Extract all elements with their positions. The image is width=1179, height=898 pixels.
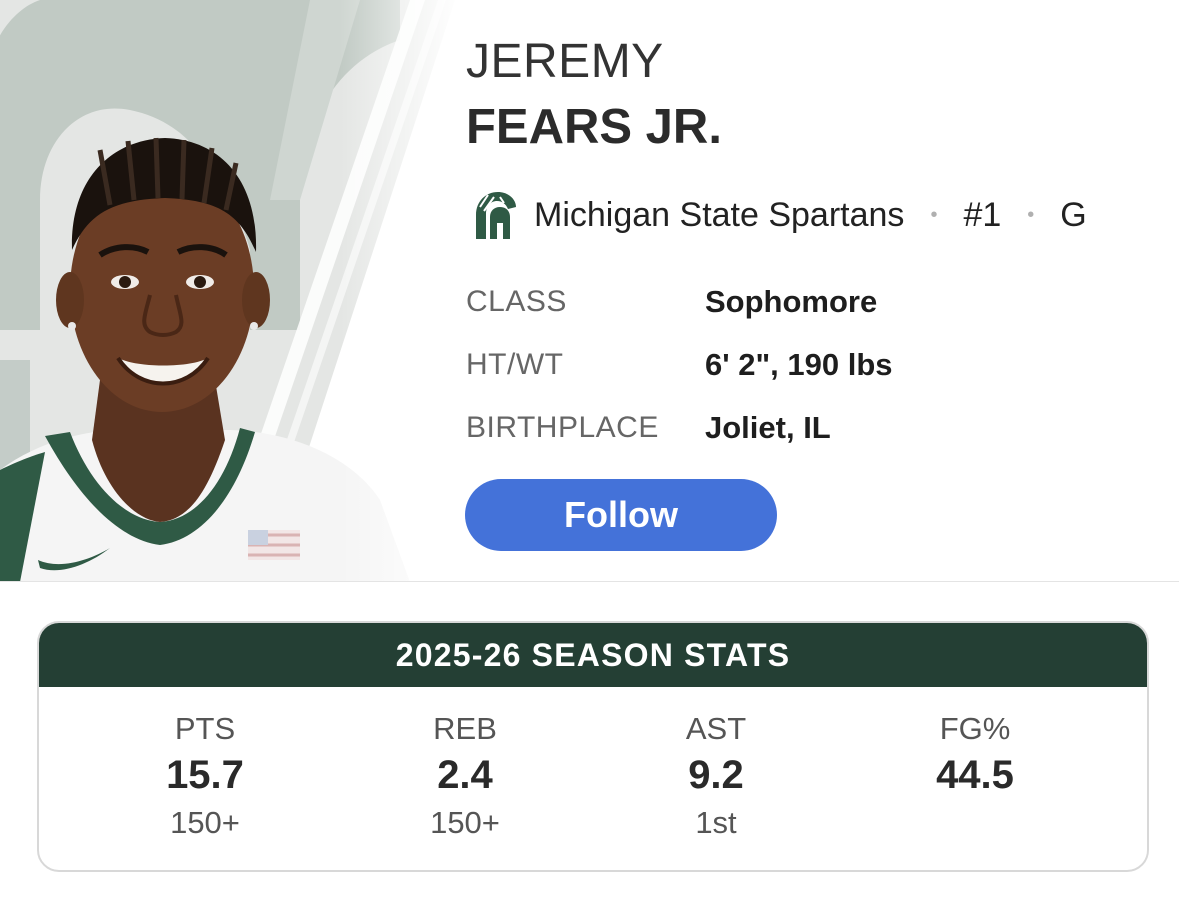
player-page: JEREMY FEARS JR. Michigan State Spartans… [0, 0, 1179, 898]
stat-label: FG% [939, 711, 1011, 746]
stat-value: 15.7 [166, 753, 244, 797]
separator-dot: • [1027, 203, 1035, 226]
stat-points: PTS 15.7 150+ [115, 687, 295, 841]
player-header: JEREMY FEARS JR. Michigan State Spartans… [0, 0, 1179, 582]
stat-assists: AST 9.2 1st [626, 687, 806, 841]
stat-rank: 150+ [170, 805, 240, 840]
team-name-link[interactable]: Michigan State Spartans [534, 196, 904, 235]
bio-row-height-weight: HT/WT 6' 2", 190 lbs [466, 333, 893, 396]
bio-row-birthplace: BIRTHPLACE Joliet, IL [466, 396, 893, 459]
bio-label: BIRTHPLACE [466, 410, 659, 444]
player-position: G [1060, 195, 1087, 234]
player-photo [0, 0, 460, 582]
team-info-row: Michigan State Spartans • #1 • G [468, 186, 1087, 244]
season-stats-title: 2025-26 SEASON STATS [39, 623, 1147, 687]
bio-label: CLASS [466, 284, 567, 318]
bio-table: CLASS Sophomore HT/WT 6' 2", 190 lbs BIR… [466, 270, 893, 459]
stat-field-goal-pct: FG% 44.5 [885, 687, 1065, 805]
stat-label: REB [433, 711, 497, 746]
stat-label: PTS [174, 711, 236, 746]
stat-rank: 150+ [430, 805, 500, 840]
stat-value: 9.2 [688, 753, 744, 797]
player-last-name: FEARS JR. [466, 100, 722, 154]
divider [0, 581, 1179, 582]
bio-value: Joliet, IL [705, 409, 831, 445]
bio-value: Sophomore [705, 283, 878, 319]
stat-value: 44.5 [936, 753, 1014, 797]
player-first-name: JEREMY [466, 35, 664, 88]
season-stats-card: 2025-26 SEASON STATS PTS 15.7 150+ REB 2… [37, 621, 1149, 872]
stat-rebounds: REB 2.4 150+ [375, 687, 555, 841]
separator-dot: • [930, 203, 938, 226]
jersey-number: #1 [963, 195, 1002, 234]
bio-label: HT/WT [466, 347, 564, 381]
stat-rank: 1st [695, 805, 737, 840]
stat-label: AST [685, 711, 747, 746]
bio-value: 6' 2", 190 lbs [705, 346, 893, 382]
stat-value: 2.4 [437, 753, 493, 797]
spartan-helmet-icon[interactable] [468, 187, 520, 243]
season-stats-grid: PTS 15.7 150+ REB 2.4 150+ AST 9.2 1st F… [39, 687, 1147, 868]
bio-row-class: CLASS Sophomore [466, 270, 893, 333]
follow-button[interactable]: Follow [465, 479, 777, 551]
